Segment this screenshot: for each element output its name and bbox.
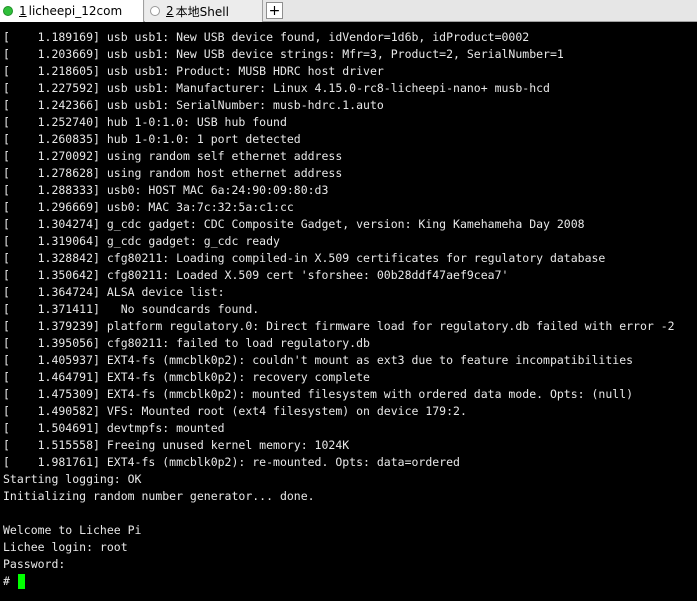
terminal-line: Starting logging: OK bbox=[3, 472, 142, 486]
terminal-line: [ 1.270092] using random self ethernet a… bbox=[3, 149, 343, 163]
tab-bar: 1 licheepi_12com 2 本地Shell + bbox=[0, 0, 697, 22]
terminal-line: [ 1.405937] EXT4-fs (mmcblk0p2): couldn'… bbox=[3, 353, 634, 367]
new-tab-button[interactable]: + bbox=[266, 2, 283, 19]
terminal-line: [ 1.395056] cfg80211: failed to load reg… bbox=[3, 336, 370, 350]
terminal-line: [ 1.504691] devtmpfs: mounted bbox=[3, 421, 225, 435]
terminal-line: [ 1.218605] usb usb1: Product: MUSB HDRC… bbox=[3, 64, 384, 78]
tab-number: 2 bbox=[166, 4, 174, 18]
terminal-line: [ 1.364724] ALSA device list: bbox=[3, 285, 225, 299]
shell-prompt-line[interactable]: # bbox=[3, 573, 697, 590]
status-dot-idle-icon bbox=[150, 6, 160, 16]
terminal-line: [ 1.371411] No soundcards found. bbox=[3, 302, 260, 316]
terminal-line: [ 1.319064] g_cdc gadget: g_cdc ready bbox=[3, 234, 280, 248]
terminal-line: [ 1.981761] EXT4-fs (mmcblk0p2): re-moun… bbox=[3, 455, 460, 469]
terminal-line: [ 1.379239] platform regulatory.0: Direc… bbox=[3, 319, 675, 333]
shell-prompt: # bbox=[3, 574, 17, 588]
tab-label: 本地Shell bbox=[175, 4, 229, 19]
terminal-line: [ 1.278628] using random host ethernet a… bbox=[3, 166, 343, 180]
tab-local-shell[interactable]: 2 本地Shell bbox=[145, 0, 263, 22]
text-cursor bbox=[17, 574, 25, 589]
terminal-line: Initializing random number generator... … bbox=[3, 489, 315, 503]
terminal-line: Welcome to Lichee Pi bbox=[3, 523, 142, 537]
terminal-line: [ 1.260835] hub 1-0:1.0: 1 port detected bbox=[3, 132, 301, 146]
terminal-line: [ 1.515558] Freeing unused kernel memory… bbox=[3, 438, 350, 452]
terminal-line: [ 1.464791] EXT4-fs (mmcblk0p2): recover… bbox=[3, 370, 370, 384]
status-dot-connected-icon bbox=[3, 6, 13, 16]
terminal-line: [ 1.304274] g_cdc gadget: CDC Composite … bbox=[3, 217, 585, 231]
terminal-line: [ 1.350642] cfg80211: Loaded X.509 cert … bbox=[3, 268, 509, 282]
terminal-line: [ 1.288333] usb0: HOST MAC 6a:24:90:09:8… bbox=[3, 183, 329, 197]
tab-number: 1 bbox=[19, 4, 27, 18]
terminal-line: [ 1.203669] usb usb1: New USB device str… bbox=[3, 47, 564, 61]
terminal-line: [ 1.475309] EXT4-fs (mmcblk0p2): mounted… bbox=[3, 387, 634, 401]
terminal-output[interactable]: [ 1.189169] usb usb1: New USB device fou… bbox=[0, 29, 697, 601]
terminal-line: [ 1.189169] usb usb1: New USB device fou… bbox=[3, 30, 530, 44]
terminal-line: [ 1.296669] usb0: MAC 3a:7c:32:5a:c1:cc bbox=[3, 200, 294, 214]
plus-icon: + bbox=[268, 2, 281, 19]
terminal-line: [ 1.490582] VFS: Mounted root (ext4 file… bbox=[3, 404, 467, 418]
terminal-line: [ 1.252740] hub 1-0:1.0: USB hub found bbox=[3, 115, 287, 129]
terminal-line: [ 1.328842] cfg80211: Loading compiled-i… bbox=[3, 251, 606, 265]
tab-label: licheepi_12com bbox=[28, 4, 123, 18]
terminal-line: [ 1.227592] usb usb1: Manufacturer: Linu… bbox=[3, 81, 550, 95]
terminal-line: [ 1.242366] usb usb1: SerialNumber: musb… bbox=[3, 98, 384, 112]
tab-licheepi-12com[interactable]: 1 licheepi_12com bbox=[0, 0, 144, 22]
terminal-line: Password: bbox=[3, 557, 66, 571]
terminal-line: Lichee login: root bbox=[3, 540, 128, 554]
